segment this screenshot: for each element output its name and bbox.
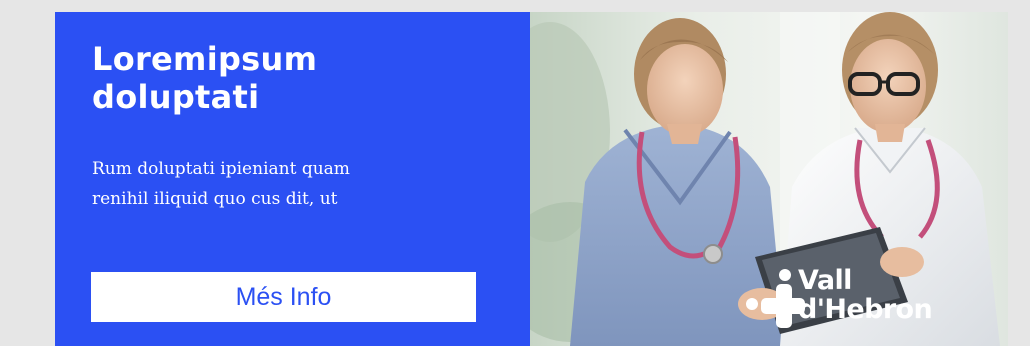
logo-line-1: Vall bbox=[798, 265, 852, 296]
promo-headline: Loremipsum doluptati bbox=[92, 40, 317, 116]
promo-body-text: Rum doluptati ipieniant quam renihil ili… bbox=[92, 154, 350, 214]
headline-line-1: Loremipsum bbox=[92, 40, 318, 78]
logo-wordmark: Vall d'Hebron bbox=[798, 265, 933, 325]
vall-dhebron-logo: Vall d'Hebron bbox=[745, 264, 975, 332]
body-line-1: Rum doluptati ipieniant quam bbox=[92, 159, 350, 179]
promo-banner: Loremipsum doluptati Rum doluptati ipien… bbox=[55, 12, 1008, 346]
promo-photo-panel: Vall d'Hebron bbox=[530, 12, 1008, 346]
promo-text-panel: Loremipsum doluptati Rum doluptati ipien… bbox=[55, 12, 530, 346]
headline-line-2: doluptati bbox=[92, 78, 260, 116]
cross-with-dots-icon bbox=[746, 269, 805, 328]
mes-info-button[interactable]: Més Info bbox=[91, 272, 476, 322]
logo-line-2: d'Hebron bbox=[798, 294, 933, 325]
body-line-2: renihil iliquid quo cus dit, ut bbox=[92, 189, 338, 209]
